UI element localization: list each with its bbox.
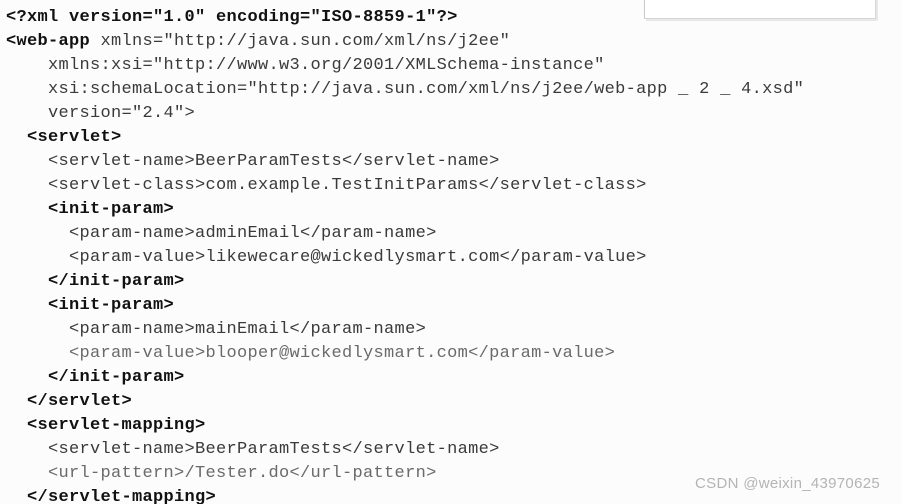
code-text: <?xml version="1.0" encoding="ISO-8859-1… xyxy=(6,8,458,27)
code-line: <servlet-mapping> xyxy=(6,414,902,438)
code-text: <param-name>adminEmail</param-name> xyxy=(6,224,437,243)
code-line: version="2.4"> xyxy=(6,102,902,126)
code-text: <servlet-name>BeerParamTests</servlet-na… xyxy=(6,440,500,459)
code-line: </servlet> xyxy=(6,390,902,414)
code-page: <?xml version="1.0" encoding="ISO-8859-1… xyxy=(0,0,902,504)
code-line: </init-param> xyxy=(6,366,902,390)
code-text: </servlet> xyxy=(6,392,132,411)
watermark-text: CSDN @weixin_43970625 xyxy=(695,472,880,496)
code-text: </servlet-mapping> xyxy=(6,488,216,504)
code-text: </init-param> xyxy=(6,368,185,387)
code-line: xsi:schemaLocation="http://java.sun.com/… xyxy=(6,78,902,102)
code-text: <url-pattern>/Tester.do</url-pattern> xyxy=(6,464,437,483)
code-line: <param-value>blooper@wickedlysmart.com</… xyxy=(6,342,902,366)
code-line: <param-name>adminEmail</param-name> xyxy=(6,222,902,246)
code-line: <servlet-name>BeerParamTests</servlet-na… xyxy=(6,150,902,174)
code-text: <param-name>mainEmail</param-name> xyxy=(6,320,426,339)
code-line: <param-value>likewecare@wickedlysmart.co… xyxy=(6,246,902,270)
code-text: <servlet-name>BeerParamTests</servlet-na… xyxy=(6,152,500,171)
code-text: <web-app xyxy=(6,32,101,51)
code-text: <param-value>blooper@wickedlysmart.com</… xyxy=(6,344,615,363)
code-line: <servlet-name>BeerParamTests</servlet-na… xyxy=(6,438,902,462)
code-line: <servlet> xyxy=(6,126,902,150)
code-text: <param-value>likewecare@wickedlysmart.co… xyxy=(6,248,647,267)
code-text: <init-param> xyxy=(6,296,174,315)
code-text: xmlns="http://java.sun.com/xml/ns/j2ee" xyxy=(101,32,511,51)
code-line: <init-param> xyxy=(6,294,902,318)
code-line: <web-app xmlns="http://java.sun.com/xml/… xyxy=(6,30,902,54)
code-text: <servlet-class>com.example.TestInitParam… xyxy=(6,176,647,195)
code-line: <init-param> xyxy=(6,198,902,222)
code-text: xmlns:xsi="http://www.w3.org/2001/XMLSch… xyxy=(6,56,605,75)
xml-code-block: <?xml version="1.0" encoding="ISO-8859-1… xyxy=(6,6,902,504)
code-text: <servlet> xyxy=(6,128,122,147)
code-text: xsi:schemaLocation="http://java.sun.com/… xyxy=(6,80,804,99)
code-text: </init-param> xyxy=(6,272,185,291)
code-text: version="2.4"> xyxy=(6,104,195,123)
code-line: <param-name>mainEmail</param-name> xyxy=(6,318,902,342)
code-text: <servlet-mapping> xyxy=(6,416,206,435)
code-text: <init-param> xyxy=(6,200,174,219)
code-line: xmlns:xsi="http://www.w3.org/2001/XMLSch… xyxy=(6,54,902,78)
corner-card-fragment xyxy=(644,0,876,19)
code-line: <servlet-class>com.example.TestInitParam… xyxy=(6,174,902,198)
code-line: </init-param> xyxy=(6,270,902,294)
